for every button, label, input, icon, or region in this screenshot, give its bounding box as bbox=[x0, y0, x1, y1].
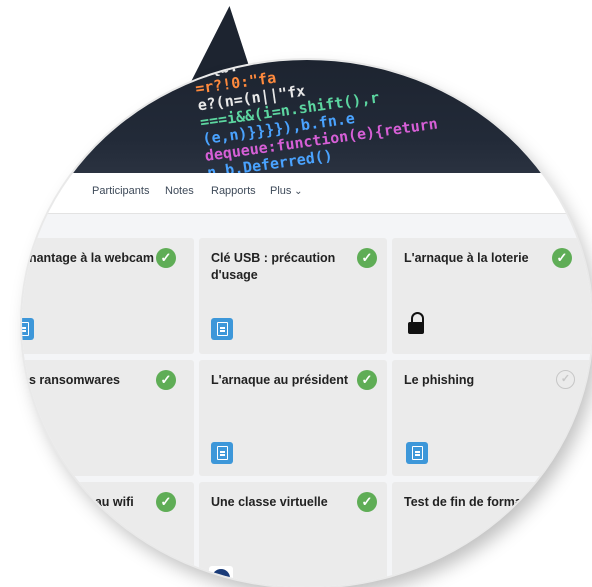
quiz-icon bbox=[406, 570, 428, 587]
completion-check-icon[interactable]: ✓ bbox=[552, 248, 572, 268]
course-nav-bar: Participants Notes Rapports Plus bbox=[22, 173, 592, 214]
activity-title: L'arnaque au président bbox=[211, 373, 349, 387]
completion-check-icon[interactable]: ✓ bbox=[357, 248, 377, 268]
activity-grid: chantage à la webcam ✓ Clé USB : précaut… bbox=[22, 214, 592, 587]
activity-title: chantage à la webcam bbox=[22, 251, 155, 265]
nav-plus-menu[interactable]: Plus bbox=[270, 185, 303, 197]
zoom-icon-tile bbox=[209, 566, 233, 587]
activity-card[interactable]: Le phishing ✓ bbox=[392, 360, 592, 476]
activity-card[interactable]: L'arnaque à la loterie ✓ bbox=[392, 238, 592, 354]
document-icon bbox=[211, 318, 233, 340]
activity-card[interactable]: Test de fin de formati bbox=[392, 482, 592, 587]
activity-card[interactable]: Une classe virtuelle ✓ bbox=[199, 482, 387, 587]
completion-check-icon[interactable]: ✓ bbox=[357, 370, 377, 390]
completion-check-icon[interactable]: ✓ bbox=[556, 370, 575, 389]
completion-check-icon[interactable]: ✓ bbox=[156, 370, 176, 390]
completion-check-icon[interactable]: ✓ bbox=[357, 492, 377, 512]
activity-title: éseau wifi bbox=[74, 495, 134, 509]
activity-title: Le phishing bbox=[404, 373, 475, 387]
activity-title: Test de fin de formati bbox=[404, 495, 530, 509]
document-icon bbox=[211, 442, 233, 464]
activity-card[interactable]: es ransomwares ✓ bbox=[22, 360, 194, 476]
activity-title: es ransomwares bbox=[22, 373, 120, 387]
course-screenshot: (){b. =r?!0:"fa e?(n=(n||"fx ===i&&(i=n.… bbox=[22, 60, 592, 587]
activity-card[interactable]: chantage à la webcam ✓ bbox=[22, 238, 194, 354]
nav-rapports[interactable]: Rapports bbox=[211, 185, 256, 197]
activity-title: L'arnaque à la loterie bbox=[404, 251, 529, 265]
activity-title: Une classe virtuelle bbox=[211, 495, 328, 509]
activity-card[interactable]: Clé USB : précaution d'usage ✓ bbox=[199, 238, 387, 354]
nav-notes[interactable]: Notes bbox=[165, 185, 194, 197]
lock-icon bbox=[408, 312, 424, 334]
zoom-icon bbox=[212, 569, 230, 587]
activity-card[interactable]: éseau wifi ✓ bbox=[22, 482, 194, 587]
speech-bubble-frame: (){b. =r?!0:"fa e?(n=(n||"fx ===i&&(i=n.… bbox=[0, 0, 592, 587]
code-banner-image: (){b. =r?!0:"fa e?(n=(n||"fx ===i&&(i=n.… bbox=[22, 60, 592, 182]
document-icon bbox=[406, 442, 428, 464]
activity-card[interactable]: L'arnaque au président ✓ bbox=[199, 360, 387, 476]
code-text: (){b. =r?!0:"fa e?(n=(n||"fx ===i&&(i=n.… bbox=[192, 60, 441, 182]
completion-check-icon[interactable]: ✓ bbox=[156, 492, 176, 512]
nav-participants[interactable]: Participants bbox=[92, 185, 149, 197]
completion-check-icon[interactable]: ✓ bbox=[156, 248, 176, 268]
activity-title: Clé USB : précaution d'usage bbox=[211, 251, 336, 282]
document-icon bbox=[22, 318, 34, 340]
